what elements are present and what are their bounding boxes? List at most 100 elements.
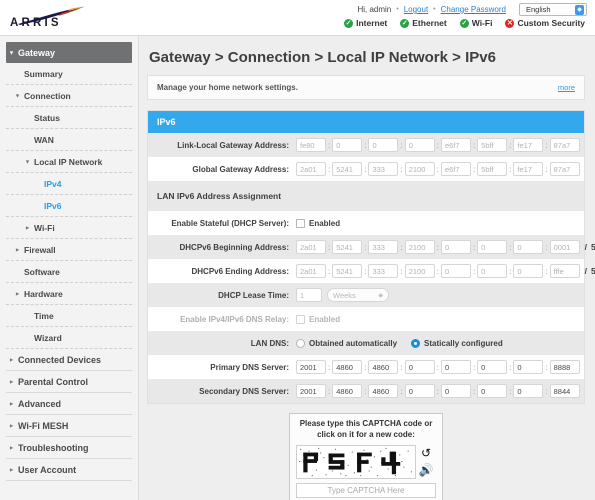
dhcp-begin-seg-7[interactable]: 0 [513, 240, 544, 254]
primary-dns-fields: 2001 : 4860 : 4860 : 0 : 0 : 0 : 0 : 888… [296, 360, 580, 374]
colon-separator: : [545, 266, 548, 276]
sidebar-item-label: Connected Devices [18, 354, 102, 365]
enable-stateful-checkbox[interactable]: Enabled [296, 218, 340, 228]
dhcp-begin-seg-5[interactable]: 0 [440, 240, 471, 254]
secondary-dns-seg-1[interactable]: 2001 [296, 384, 326, 398]
primary-dns-seg-4[interactable]: 0 [404, 360, 435, 374]
secondary-dns-seg-5[interactable]: 0 [440, 384, 471, 398]
status-wifi[interactable]: ✓ Wi-Fi [459, 18, 492, 28]
chevron-right-icon: ▸ [26, 225, 30, 231]
lease-time-unit-select[interactable]: Weeks ◆ [327, 288, 389, 302]
dhcp-end-seg-1[interactable]: 2a01 [296, 264, 326, 278]
dhcp-end-seg-2[interactable]: 5241 [332, 264, 363, 278]
link-local-seg-3[interactable]: 0 [368, 138, 399, 152]
secondary-dns-seg-3[interactable]: 4860 [368, 384, 399, 398]
dhcp-end-seg-8[interactable]: fffe [549, 264, 580, 278]
sidebar-item-wan[interactable]: WAN [6, 129, 132, 151]
radio-obtained-automatically[interactable]: Obtained automatically [296, 338, 397, 348]
dhcp-begin-seg-2[interactable]: 5241 [332, 240, 363, 254]
sidebar-item-hardware[interactable]: ▸ Hardware [6, 283, 132, 305]
dhcp-begin-seg-1[interactable]: 2a01 [296, 240, 326, 254]
sidebar-item-label: Software [24, 266, 60, 277]
dhcp-begin-seg-3[interactable]: 333 [368, 240, 399, 254]
global-gateway-seg-5[interactable]: e6f7 [440, 162, 471, 176]
status-ethernet[interactable]: ✓ Ethernet [400, 18, 447, 28]
ipv6-settings-panel: IPv6 Link-Local Gateway Address: fe80 : … [147, 110, 595, 404]
change-password-link[interactable]: Change Password [441, 5, 506, 14]
global-gateway-seg-6[interactable]: 5bff [477, 162, 508, 176]
primary-dns-seg-3[interactable]: 4860 [368, 360, 399, 374]
secondary-dns-seg-6[interactable]: 0 [477, 384, 508, 398]
enable-dns-relay-checkbox[interactable]: Enabled [296, 314, 340, 324]
sidebar-item-ipv4[interactable]: IPv4 [6, 173, 132, 195]
logout-link[interactable]: Logout [404, 5, 428, 14]
sidebar-item-connection[interactable]: ▾ Connection [6, 85, 132, 107]
secondary-dns-seg-8[interactable]: 8844 [549, 384, 580, 398]
link-local-seg-2[interactable]: 0 [332, 138, 363, 152]
global-gateway-seg-3[interactable]: 333 [368, 162, 399, 176]
primary-dns-seg-8[interactable]: 8888 [549, 360, 580, 374]
dhcp-end-seg-6[interactable]: 0 [477, 264, 508, 278]
dhcp-end-seg-5[interactable]: 0 [440, 264, 471, 278]
primary-dns-seg-6[interactable]: 0 [477, 360, 508, 374]
link-local-seg-8[interactable]: 87a7 [549, 138, 580, 152]
dhcp-end-seg-4[interactable]: 2100 [404, 264, 435, 278]
global-gateway-seg-4[interactable]: 2100 [404, 162, 435, 176]
speaker-icon[interactable]: 🔊 [416, 462, 436, 479]
sidebar-item-wifi-mesh[interactable]: ▸ Wi-Fi MESH [6, 415, 132, 437]
secondary-dns-seg-4[interactable]: 0 [404, 384, 435, 398]
sidebar-item-local-ip-network[interactable]: ▾ Local IP Network [6, 151, 132, 173]
sidebar-item-connected-devices[interactable]: ▸ Connected Devices [6, 349, 132, 371]
link-local-seg-5[interactable]: e6f7 [440, 138, 471, 152]
status-internet[interactable]: ✓ Internet [344, 18, 387, 28]
section-label: LAN IPv6 Address Assignment [157, 191, 282, 201]
sidebar-item-parental-control[interactable]: ▸ Parental Control [6, 371, 132, 393]
link-local-seg-1[interactable]: fe80 [296, 138, 326, 152]
lease-time-input[interactable]: 1 [296, 288, 322, 302]
secondary-dns-seg-2[interactable]: 4860 [332, 384, 363, 398]
sidebar-item-ipv6[interactable]: IPv6 [6, 195, 132, 217]
more-link[interactable]: more [558, 83, 575, 92]
sidebar-item-summary[interactable]: Summary [6, 63, 132, 85]
sidebar-item-wizard[interactable]: Wizard [6, 327, 132, 349]
captcha-input[interactable]: Type CAPTCHA Here [296, 482, 436, 498]
refresh-icon[interactable]: ↺ [416, 445, 436, 462]
link-local-seg-4[interactable]: 0 [404, 138, 435, 152]
sidebar-item-software[interactable]: Software [6, 261, 132, 283]
sidebar-item-label: Time [34, 310, 54, 321]
primary-dns-seg-5[interactable]: 0 [440, 360, 471, 374]
sidebar-item-status[interactable]: Status [6, 107, 132, 129]
sidebar-item-user-account[interactable]: ▸ User Account [6, 459, 132, 481]
primary-dns-seg-7[interactable]: 0 [513, 360, 544, 374]
dhcp-begin-seg-8[interactable]: 0001 [549, 240, 580, 254]
stateful-field: Enabled [296, 218, 576, 228]
radio-statically-configured[interactable]: Statically configured [411, 338, 503, 348]
status-custom-security[interactable]: ✕ Custom Security [505, 18, 585, 28]
description-text: Manage your home network settings. [157, 83, 298, 92]
captcha-image[interactable] [296, 444, 416, 479]
row-dns-relay: Enable IPv4/IPv6 DNS Relay: Enabled [148, 307, 584, 331]
dhcp-end-seg-3[interactable]: 333 [368, 264, 399, 278]
sidebar-item-troubleshooting[interactable]: ▸ Troubleshooting [6, 437, 132, 459]
check-circle-icon: ✓ [400, 18, 410, 28]
sidebar-item-firewall[interactable]: ▸ Firewall [6, 239, 132, 261]
global-gateway-seg-1[interactable]: 2a01 [296, 162, 326, 176]
sidebar-item-time[interactable]: Time [6, 305, 132, 327]
primary-dns-seg-2[interactable]: 4860 [332, 360, 363, 374]
dhcp-begin-seg-4[interactable]: 2100 [404, 240, 435, 254]
chevron-right-icon: ▸ [16, 291, 20, 297]
sidebar-item-wifi[interactable]: ▸ Wi-Fi [6, 217, 132, 239]
link-local-seg-6[interactable]: 5bff [477, 138, 508, 152]
chevron-right-icon: ▸ [10, 467, 14, 473]
sidebar-item-gateway[interactable]: ▾ Gateway [6, 42, 132, 63]
secondary-dns-seg-7[interactable]: 0 [513, 384, 544, 398]
dhcp-begin-seg-6[interactable]: 0 [477, 240, 508, 254]
link-local-seg-7[interactable]: fe17 [513, 138, 544, 152]
sidebar-item-advanced[interactable]: ▸ Advanced [6, 393, 132, 415]
global-gateway-seg-8[interactable]: 87a7 [549, 162, 580, 176]
primary-dns-seg-1[interactable]: 2001 [296, 360, 326, 374]
dhcp-end-seg-7[interactable]: 0 [513, 264, 544, 278]
global-gateway-seg-2[interactable]: 5241 [332, 162, 363, 176]
language-select[interactable]: English ◆ [519, 3, 587, 16]
global-gateway-seg-7[interactable]: fe17 [513, 162, 544, 176]
